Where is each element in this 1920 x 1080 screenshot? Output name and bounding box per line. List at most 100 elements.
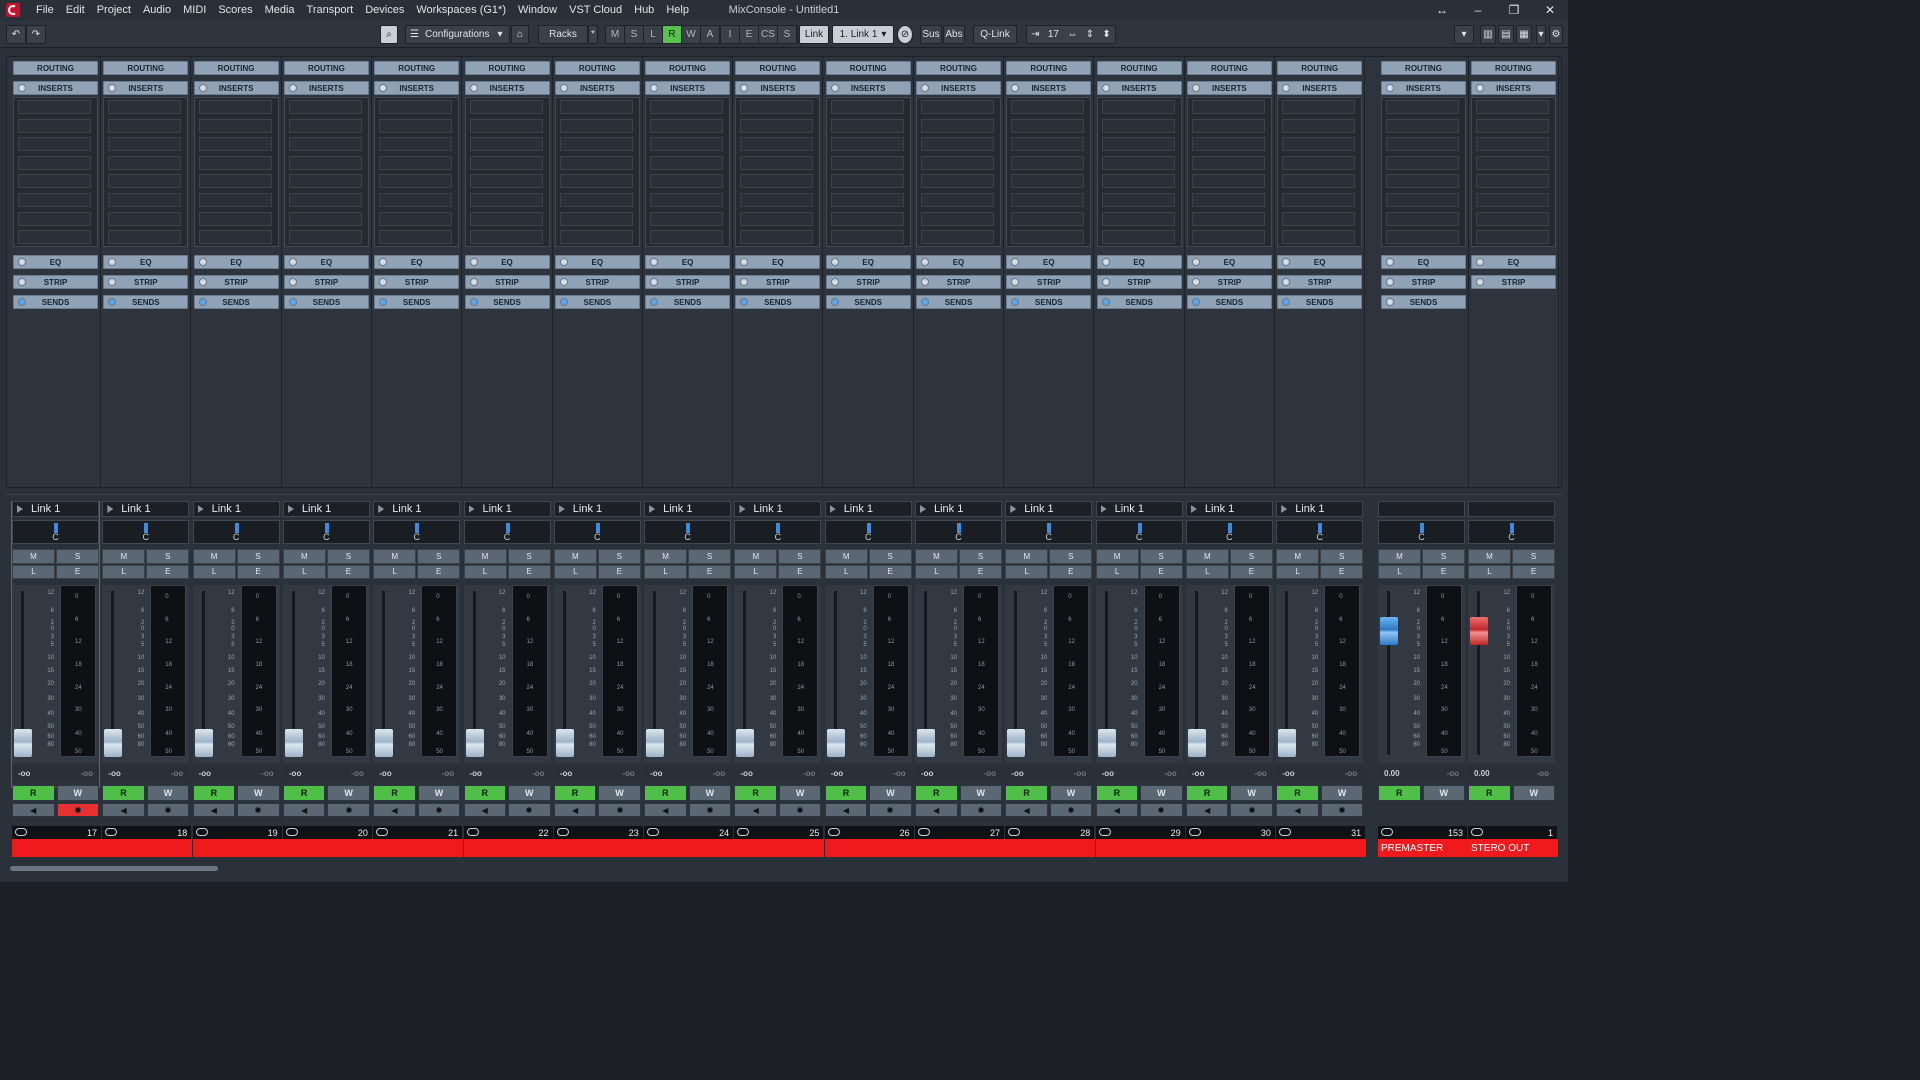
insert-slot[interactable] — [469, 174, 543, 189]
fader-knob[interactable] — [375, 729, 394, 757]
insert-slot[interactable] — [18, 193, 91, 207]
redo-button[interactable]: ↷ — [26, 25, 46, 44]
fader-knob[interactable] — [1470, 617, 1488, 645]
meter-peak-value[interactable]: -oo — [713, 769, 725, 778]
channel-color-bar[interactable]: STERO OUT — [1468, 839, 1558, 857]
mute-button[interactable]: M — [1468, 549, 1511, 564]
read-automation-button[interactable]: R — [1005, 785, 1048, 801]
write-automation-button[interactable]: W — [688, 785, 732, 801]
monitor-speaker-icon[interactable]: ◀ — [282, 803, 326, 817]
insert-slot[interactable] — [1191, 230, 1265, 245]
rack-eq-button[interactable]: EQ — [103, 255, 189, 269]
listen-button[interactable]: L — [102, 564, 146, 579]
insert-slot[interactable] — [288, 118, 362, 133]
search-icon[interactable]: ⌕ — [380, 25, 398, 44]
mute-button[interactable]: M — [915, 549, 958, 564]
rack-inserts-button[interactable]: INSERTS — [916, 81, 1001, 95]
channel-name-field[interactable]: Link 1 — [644, 501, 732, 517]
insert-slot[interactable] — [830, 137, 904, 152]
menu-item-devices[interactable]: Devices — [359, 4, 410, 16]
channel-name-field[interactable] — [1378, 501, 1465, 517]
read-automation-button[interactable]: R — [553, 785, 597, 801]
racks-star-button[interactable]: * — [588, 25, 598, 44]
state-button-m[interactable]: M — [606, 26, 624, 43]
solo-button[interactable]: S — [778, 549, 822, 564]
link-icon[interactable] — [376, 828, 389, 836]
expand-icon[interactable] — [17, 505, 23, 513]
insert-slot[interactable] — [740, 211, 814, 226]
power-icon[interactable] — [921, 278, 929, 286]
insert-slot[interactable] — [1386, 211, 1459, 226]
channel-name-field[interactable]: Link 1 — [915, 501, 1002, 517]
read-automation-button[interactable]: R — [824, 785, 868, 801]
listen-button[interactable]: L — [1185, 564, 1229, 579]
rack-sends-button[interactable]: SENDS — [1006, 295, 1092, 309]
insert-slot[interactable] — [469, 230, 543, 245]
channel-width-control[interactable]: ⇥ 17 ⇔ ⇕ ⬍ — [1026, 25, 1116, 44]
channel-color-bar[interactable] — [734, 839, 825, 857]
channel-color-bar[interactable] — [1005, 839, 1096, 857]
solo-button[interactable]: S — [1320, 549, 1364, 564]
insert-slot[interactable] — [1476, 100, 1549, 114]
meter-peak-value[interactable]: -oo — [351, 769, 363, 778]
insert-slot[interactable] — [18, 174, 91, 189]
rack-eq-button[interactable]: EQ — [1006, 255, 1092, 269]
insert-slot[interactable] — [1282, 174, 1356, 189]
state-button-a[interactable]: A — [701, 26, 719, 43]
channel-color-bar[interactable] — [102, 839, 193, 857]
menu-item-edit[interactable]: Edit — [60, 4, 91, 16]
write-automation-button[interactable]: W — [1230, 785, 1273, 801]
record-enable-button[interactable] — [417, 803, 461, 817]
write-automation-button[interactable]: W — [598, 785, 641, 801]
rack-sends-button[interactable]: SENDS — [735, 295, 821, 309]
insert-slot[interactable] — [198, 211, 272, 226]
meter-peak-value[interactable]: -oo — [1164, 769, 1176, 778]
insert-slot[interactable] — [1386, 230, 1459, 245]
insert-slot[interactable] — [921, 100, 994, 114]
edit-button[interactable]: E — [1049, 564, 1093, 579]
solo-button[interactable]: S — [507, 549, 551, 564]
menu-item-workspaces-g1[interactable]: Workspaces (G1*) — [410, 4, 512, 16]
edit-button[interactable]: E — [1320, 564, 1364, 579]
power-icon[interactable] — [379, 258, 388, 266]
rack-sends-button[interactable]: SENDS — [916, 295, 1001, 309]
insert-slot[interactable] — [921, 118, 994, 133]
insert-slot[interactable] — [921, 193, 994, 207]
fader-value[interactable]: -oo — [18, 769, 30, 778]
power-icon[interactable] — [740, 84, 749, 92]
monitor-speaker-icon[interactable]: ◀ — [734, 803, 777, 817]
rack-eq-button[interactable]: EQ — [645, 255, 731, 269]
insert-slot[interactable] — [1011, 211, 1085, 226]
power-icon[interactable] — [1282, 84, 1291, 92]
record-enable-button[interactable] — [146, 803, 190, 817]
insert-slot[interactable] — [650, 174, 724, 189]
meter-peak-value[interactable]: -oo — [622, 769, 634, 778]
power-icon[interactable] — [830, 84, 839, 92]
link-icon[interactable] — [1381, 828, 1393, 836]
power-icon[interactable] — [921, 258, 929, 266]
filter-button-i[interactable]: I — [721, 26, 739, 43]
insert-slot[interactable] — [18, 155, 91, 170]
listen-button[interactable]: L — [824, 564, 868, 579]
rack-inserts-button[interactable]: INSERTS — [1186, 81, 1272, 95]
fader-value[interactable]: -oo — [740, 769, 752, 778]
edit-button[interactable]: E — [1512, 564, 1555, 579]
insert-slot[interactable] — [1101, 100, 1175, 114]
power-icon[interactable] — [198, 258, 207, 266]
rack-routing-button[interactable]: ROUTING — [825, 61, 911, 75]
channel-name-field[interactable]: Link 1 — [1276, 501, 1364, 517]
power-icon[interactable] — [18, 298, 26, 306]
fader-value[interactable]: -oo — [470, 769, 482, 778]
power-icon[interactable] — [740, 258, 749, 266]
insert-slot[interactable] — [198, 100, 272, 114]
listen-button[interactable]: L — [282, 564, 326, 579]
edit-button[interactable]: E — [507, 564, 551, 579]
insert-slot[interactable] — [1476, 137, 1549, 152]
rack-strip-button[interactable]: STRIP — [1277, 275, 1363, 289]
fader-knob[interactable] — [646, 729, 665, 757]
fader-value[interactable]: -oo — [289, 769, 301, 778]
power-icon[interactable] — [379, 298, 388, 306]
power-icon[interactable] — [830, 258, 839, 266]
insert-slot[interactable] — [469, 100, 543, 114]
insert-slot[interactable] — [108, 155, 182, 170]
